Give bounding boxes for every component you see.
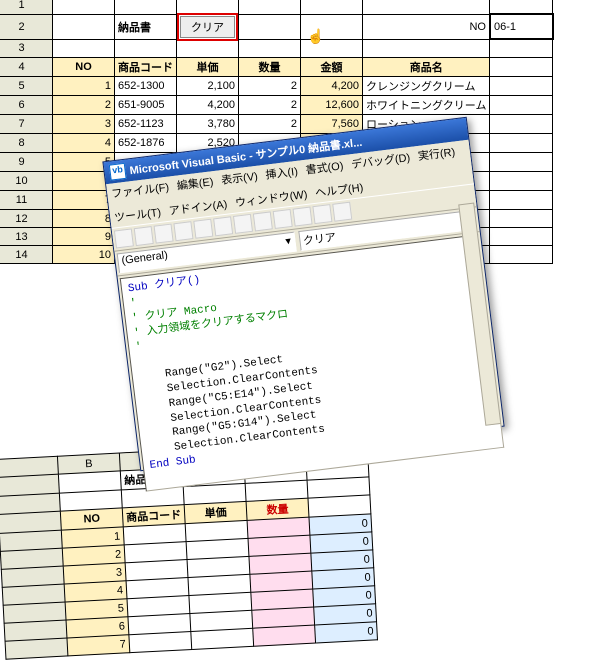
menu-item[interactable]: 編集(E) [176,173,214,193]
menu-item[interactable]: 書式(O) [305,157,345,177]
menu-item[interactable]: ファイル(F) [110,179,170,202]
vbe-window[interactable]: vb Microsoft Visual Basic - サンプル0 納品書.xl… [102,117,504,471]
menu-item[interactable]: 挿入(I) [265,163,299,183]
clear-button[interactable]: クリア [180,16,235,38]
chevron-down-icon: ▾ [285,234,292,251]
code-pane[interactable]: Sub クリア() ' ' クリア Macro ' 入力領域をクリアするマクロ … [120,234,505,491]
sheet-title: 納品書 [115,14,177,39]
vb-icon: vb [109,163,127,181]
menu-item[interactable]: 実行(R) [417,144,456,164]
menu-item[interactable]: 表示(V) [220,168,258,188]
toolbar-icon[interactable] [114,228,134,248]
menu-item[interactable]: デバッグ(D) [350,149,411,172]
